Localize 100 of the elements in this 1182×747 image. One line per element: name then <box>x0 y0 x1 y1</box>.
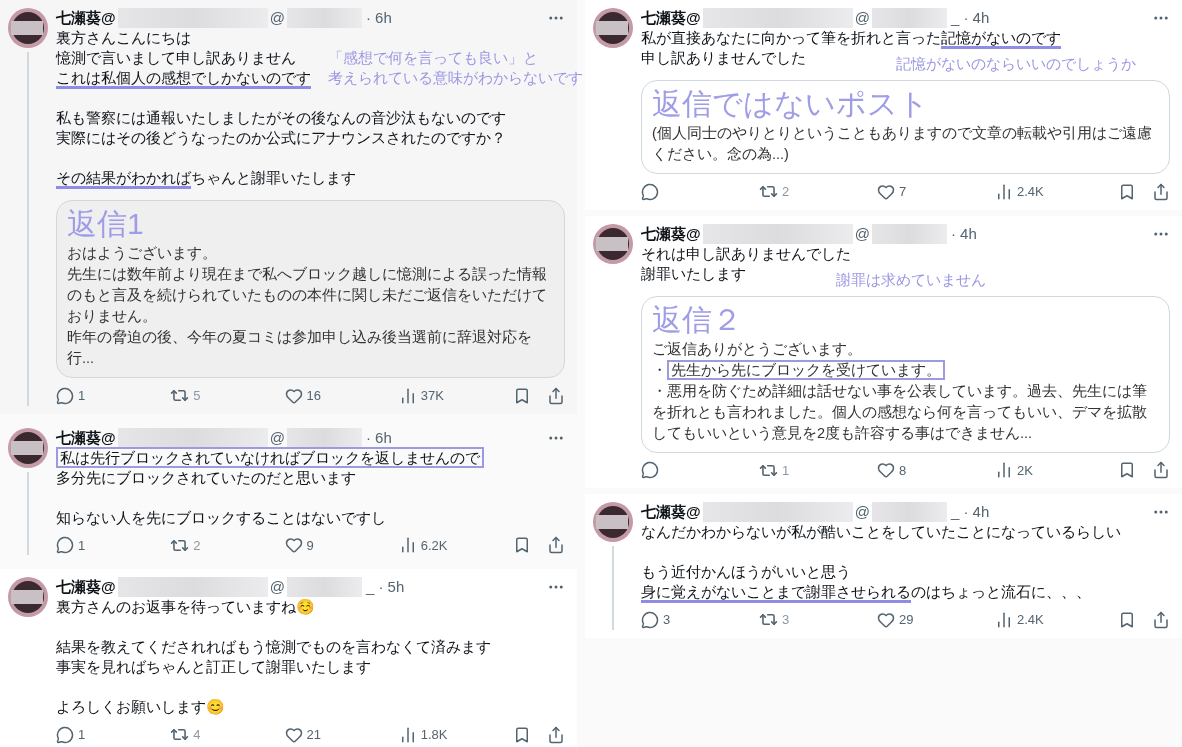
quoted-text: ・悪用を防ぐため詳細は話せない事を公表しています。過去、先生には筆を折れとも言われました。個人の感想なら何を言ってもいい、デマを拡散してもいいという意見を2度も許容する事はできません... <box>652 381 1148 443</box>
annotation-note: 謝罪は求めていません <box>836 269 986 290</box>
bookmark-icon[interactable] <box>1118 461 1136 480</box>
reply-icon[interactable] <box>56 386 74 405</box>
like-icon[interactable] <box>284 386 303 405</box>
post-text-line: その結果がわかればちゃんと謝罪いたします <box>56 169 356 189</box>
like-icon[interactable] <box>284 536 303 555</box>
like-count: 9 <box>306 536 314 555</box>
reply-count: 1 <box>78 726 86 744</box>
display-name: 七瀬葵@ <box>641 502 701 522</box>
post-text-line: 私も警察には通報いたしましたがその後なんの音沙汰もないのです <box>56 109 506 126</box>
like-icon[interactable] <box>877 182 895 201</box>
views-count: 1.8K <box>420 726 448 744</box>
bookmark-icon[interactable] <box>513 725 531 744</box>
post-text-line: 裏方さんのお返事を待っていますね☺ <box>56 598 315 615</box>
quoted-post[interactable]: 返信２ ご返信ありがとうございます。 ・ 先生から先にブロックを受けています。 ・悪用を防ぐため詳細は話せない事を公表しています。過去、先生には筆を折れとも言われました。個人の感想なら何を言ってもいい、デマを拡散してもいいという意見を2度も許容する事はできません... <box>641 295 1170 453</box>
like-count: 7 <box>899 183 907 201</box>
post-text-line: 私が直接あなたに向かって筆を折れと言った記憶がないのです <box>641 29 1061 49</box>
quoted-text: おはようございます。 <box>67 244 218 263</box>
display-name: 七瀬葵@ <box>56 427 116 448</box>
repost-count: 5 <box>193 387 201 405</box>
post-text-line: これは私個人の感想でしかないのです <box>56 69 311 89</box>
like-count: 16 <box>306 387 321 405</box>
handle-at: @ <box>269 427 285 448</box>
handle-at: @ <box>854 223 870 244</box>
bookmark-icon[interactable] <box>1118 182 1136 201</box>
post-time: · 4h <box>950 223 977 244</box>
share-icon[interactable] <box>547 536 565 555</box>
handle-at: @ <box>854 8 870 28</box>
post-time: _ · 4h <box>950 502 990 522</box>
like-count: 21 <box>306 726 321 744</box>
post-text-line: 憶測で言いまして申し訳ありません <box>56 49 296 66</box>
post-text-line: 多分先にブロックされていたのだと思います <box>56 468 356 486</box>
handle-at: @ <box>269 8 285 28</box>
display-name: 七瀬葵@ <box>56 577 116 597</box>
avatar <box>8 577 48 617</box>
handle-at: @ <box>854 502 870 522</box>
display-name: 七瀬葵@ <box>641 223 701 244</box>
reply-count: 1 <box>78 536 86 555</box>
post-time: _ · 5h <box>365 577 405 597</box>
annotation-title: 返信ではないポスト <box>652 86 930 122</box>
annotation-note: 考えられている意味がわからないです <box>328 68 583 88</box>
reply-icon[interactable] <box>641 182 659 201</box>
post-time: · 6h <box>365 8 392 28</box>
repost-count: 1 <box>782 461 790 480</box>
share-icon[interactable] <box>547 725 565 744</box>
reply-icon[interactable] <box>641 461 659 480</box>
like-count: 8 <box>899 461 907 480</box>
display-name: 七瀬葵@ <box>641 8 701 28</box>
like-icon[interactable] <box>877 461 895 480</box>
avatar <box>593 502 633 542</box>
quoted-post[interactable]: 返信ではないポスト (個人同士のやりとりということもありますので文章の転載や引用はご遠慮ください。念の為...) <box>641 80 1170 174</box>
repost-count: 4 <box>193 726 201 744</box>
display-name: 七瀬葵@ <box>56 8 116 28</box>
reply-count: 1 <box>78 387 86 405</box>
post-time: _ · 4h <box>950 8 990 28</box>
reply-icon[interactable] <box>56 725 74 744</box>
avatar <box>8 427 48 468</box>
quoted-text: (個人同士のやりとりということもありますので文章の転載や引用はご遠慮ください。念の為...) <box>652 124 1153 164</box>
annotation-title: 返信1 <box>67 206 145 242</box>
repost-count: 2 <box>782 183 790 201</box>
views-icon[interactable] <box>995 461 1013 480</box>
share-icon[interactable] <box>1152 610 1170 629</box>
post-text-line: もう近付かんほうがいいと思う <box>641 563 851 580</box>
like-count: 29 <box>899 611 914 629</box>
annotation-title: 返信２ <box>652 301 743 338</box>
post-time: · 6h <box>365 427 392 448</box>
like-icon[interactable] <box>284 725 303 744</box>
post-text-line: なんだかわからないが私が酷いことをしていたことになっているらしい <box>641 523 1121 540</box>
share-icon[interactable] <box>1152 461 1170 480</box>
bookmark-icon[interactable] <box>513 536 531 555</box>
views-icon[interactable] <box>995 610 1013 629</box>
share-icon[interactable] <box>1152 182 1170 201</box>
post-text-line: 申し訳ありませんでした <box>641 49 806 66</box>
views-count: 2.4K <box>1017 611 1044 629</box>
post-text-line: 事実を見ればちゃんと訂正して謝罪いたします <box>56 658 371 675</box>
bookmark-icon[interactable] <box>513 386 531 405</box>
post-text-line: それは申し訳ありませんでした <box>641 244 851 262</box>
quoted-text: 昨年の脅迫の後、今年の夏コミは参加申し込み後当選前に辞退対応を行... <box>67 328 533 368</box>
views-count: 2.4K <box>1017 183 1044 201</box>
reply-icon[interactable] <box>641 610 659 629</box>
quoted-text: ご返信ありがとうございます。 <box>652 339 863 359</box>
post-text-line: 謝罪いたします <box>641 264 746 282</box>
reply-icon[interactable] <box>56 536 74 555</box>
share-icon[interactable] <box>547 386 565 405</box>
annotation-note: 「感想で何を言っても良い」と <box>328 48 538 68</box>
annotation-note: 記憶がないのならいいのでしょうか <box>896 54 1136 74</box>
like-icon[interactable] <box>877 610 895 629</box>
post-text-line: よろしくお願いします😊 <box>56 698 225 715</box>
post-text-line: 実際にはその後どうなったのか公式にアナウンスされたのですか？ <box>56 129 506 146</box>
views-count: 6.2K <box>420 536 448 555</box>
bookmark-icon[interactable] <box>1118 610 1136 629</box>
views-count: 2K <box>1017 461 1033 480</box>
quoted-post[interactable]: 返信1 おはようございます。 先生には数年前より現在まで私へブロック越しに憶測による誤った情報のもと言及を続けられていたものの本件に関し未だご返信をいただけておりません。 昨年の脅迫の後、今年の夏コミは参加申し込み後当選前に辞退対応を行... <box>56 200 565 378</box>
post-text-line: 裏方さんこんにちは <box>56 29 191 46</box>
post-text-line: 結果を教えてくだされればもう憶測でものを言わなくて済みます <box>56 638 491 655</box>
post-text-line: 身に覚えがないことまで謝罪させられるのはちょっと流石に、、、 <box>641 583 1091 603</box>
avatar <box>593 223 633 264</box>
views-icon[interactable] <box>995 182 1013 201</box>
views-count: 37K <box>420 387 444 405</box>
